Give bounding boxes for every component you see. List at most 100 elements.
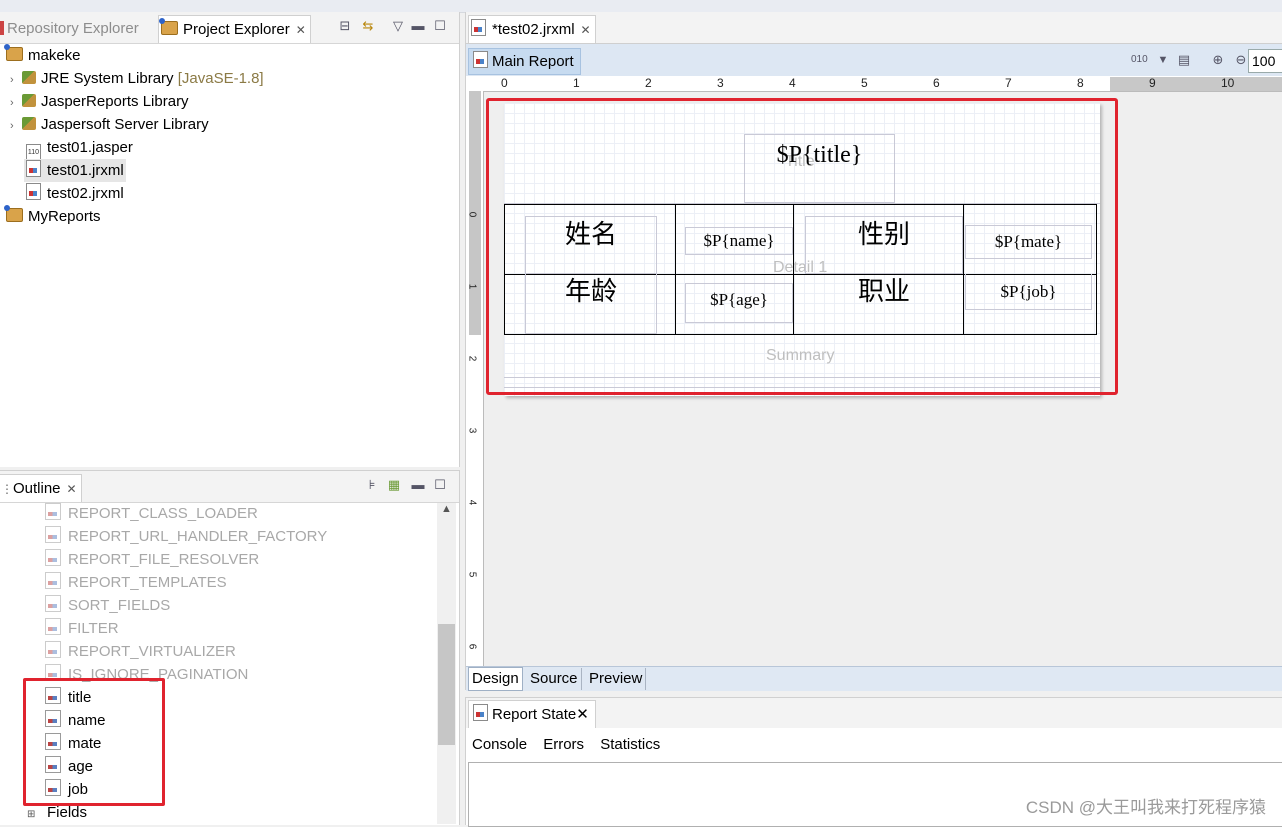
tree-item-jre[interactable]: › JRE System Library [JavaSE-1.8]: [10, 67, 264, 90]
outline-scrollbar-thumb[interactable]: [438, 624, 455, 745]
repository-icon: [0, 21, 4, 35]
outline-item-param[interactable]: REPORT_VIRTUALIZER: [45, 640, 236, 663]
outline-item-label: FILTER: [68, 620, 119, 637]
tab-repository-explorer[interactable]: Repository Explorer: [0, 15, 139, 42]
outline-item-param[interactable]: REPORT_URL_HANDLER_FACTORY: [45, 525, 327, 548]
tree-item-test02-jrxml[interactable]: test02.jrxml: [26, 182, 124, 205]
tree-item-test01-jasper[interactable]: 110 test01.jasper: [26, 136, 133, 161]
parameter-icon: [45, 572, 61, 589]
tree-item-label: test02.jrxml: [47, 185, 124, 202]
zoom-input[interactable]: 100: [1248, 49, 1282, 73]
chevron-right-icon[interactable]: ›: [10, 115, 22, 138]
tab-main-report[interactable]: Main Report: [468, 48, 581, 75]
project-explorer-icon: [159, 18, 178, 35]
outline-item-param[interactable]: FILTER: [45, 617, 119, 640]
ruler-v-tick: 0: [466, 211, 478, 218]
close-icon[interactable]: ✕: [576, 706, 589, 723]
tab-report-state[interactable]: Report State✕: [468, 700, 596, 728]
horizontal-ruler-margin: [1110, 77, 1282, 91]
library-icon: [22, 94, 36, 107]
tab-test02-jrxml[interactable]: *test02.jrxml ✕: [468, 15, 596, 43]
close-icon[interactable]: ✕: [67, 482, 77, 496]
parameter-icon: [45, 549, 61, 566]
vertical-ruler: 0 1 2 3 4 5 6: [466, 91, 484, 666]
collapse-all-icon[interactable]: ⊟: [337, 18, 353, 34]
tab-console[interactable]: Console: [472, 736, 527, 753]
tab-repository-explorer-label: Repository Explorer: [7, 20, 139, 37]
outline-icon: ⋮: [1, 482, 13, 496]
tree-item-label: MyReports: [28, 208, 101, 225]
project-icon: [4, 205, 23, 222]
report-icon: [473, 51, 488, 68]
tree-item-myreports[interactable]: MyReports: [4, 205, 101, 228]
tab-project-explorer-label: Project Explorer: [183, 21, 290, 38]
ruler-v-tick: 6: [466, 643, 478, 650]
project-icon: [4, 44, 23, 61]
tree-item-label: JasperReports Library: [41, 93, 189, 110]
design-canvas[interactable]: Title Detail 1 Summary $P{title} 姓名 $P{n…: [484, 92, 1282, 666]
tree-item-label: makeke: [28, 47, 81, 64]
outline-item-label: REPORT_TEMPLATES: [68, 574, 227, 591]
tree-item-label: JRE System Library: [41, 70, 174, 87]
ruler-v-tick: 2: [466, 355, 478, 362]
chevron-right-icon[interactable]: ›: [10, 92, 22, 115]
editor-mode-tabs: Design Source Preview: [466, 666, 1282, 691]
scroll-up-icon[interactable]: ▲: [437, 503, 456, 515]
ruler-h-tick: 1: [573, 76, 580, 90]
watermark: CSDN @大王叫我来打死程序猿: [1025, 798, 1266, 817]
outline-item-param[interactable]: REPORT_FILE_RESOLVER: [45, 548, 259, 571]
tab-design[interactable]: Design: [468, 667, 523, 691]
outline-item-label: REPORT_CLASS_LOADER: [68, 505, 258, 522]
tree-item-label: test01.jrxml: [47, 162, 124, 179]
chevron-right-icon[interactable]: ›: [10, 69, 22, 92]
outline-item-label: SORT_FIELDS: [68, 597, 171, 614]
report-state-tabbar: Report State✕: [466, 698, 1282, 728]
report-editor: *test02.jrxml ✕ Main Report 010 ▼ ▤ ⊕ ⊖ 1…: [465, 12, 1282, 691]
link-editor-icon[interactable]: ⇆: [360, 18, 376, 34]
tab-errors[interactable]: Errors: [543, 736, 584, 753]
maximize-icon[interactable]: ☐: [432, 18, 448, 34]
ruler-h-tick: 5: [861, 76, 868, 90]
layout-icon[interactable]: ▤: [1176, 52, 1192, 68]
tab-main-report-label: Main Report: [492, 53, 574, 70]
ruler-v-tick: 4: [466, 499, 478, 506]
dropdown-arrow-icon[interactable]: ▼: [1155, 52, 1171, 68]
ruler-h-tick: 10: [1221, 76, 1235, 90]
ruler-v-tick: 1: [466, 283, 478, 290]
maximize-icon[interactable]: ☐: [432, 477, 448, 493]
outline-item-param[interactable]: SORT_FIELDS: [45, 594, 170, 617]
outline-item-param[interactable]: REPORT_CLASS_LOADER: [45, 502, 258, 525]
outline-tree-icon[interactable]: ⊧: [364, 477, 380, 493]
tree-item-makeke[interactable]: makeke: [4, 44, 81, 67]
zoom-in-icon[interactable]: ⊕: [1210, 52, 1226, 68]
ruler-v-tick: 3: [466, 427, 478, 434]
outline-item-label: REPORT_URL_HANDLER_FACTORY: [68, 528, 328, 545]
tab-outline[interactable]: ⋮Outline ✕: [0, 474, 82, 502]
jre-version-label: [JavaSE-1.8]: [177, 70, 264, 87]
parameter-icon: [45, 595, 61, 612]
tab-source[interactable]: Source: [527, 668, 582, 690]
binary-icon[interactable]: 010: [1131, 52, 1148, 68]
outline-filter-icon[interactable]: ▦: [386, 477, 402, 493]
ruler-h-tick: 7: [1005, 76, 1012, 90]
minimize-icon[interactable]: ▬: [410, 477, 426, 493]
tab-outline-label: Outline: [13, 480, 61, 497]
tab-project-explorer[interactable]: Project Explorer ✕: [158, 15, 311, 43]
explorer-tabbar: Repository Explorer Project Explorer ✕ ⊟ …: [0, 12, 459, 44]
view-menu-icon[interactable]: ▽: [390, 18, 406, 34]
expand-icon[interactable]: ⊞: [27, 803, 41, 826]
close-icon[interactable]: ✕: [296, 23, 306, 37]
ruler-h-tick: 4: [789, 76, 796, 90]
ruler-h-tick: 3: [717, 76, 724, 90]
tree-item-jaspersoft-server-library[interactable]: › Jaspersoft Server Library: [10, 113, 209, 136]
tab-preview[interactable]: Preview: [586, 668, 647, 690]
tree-item-test01-jrxml[interactable]: test01.jrxml: [24, 159, 126, 182]
tab-statistics[interactable]: Statistics: [600, 736, 660, 753]
close-icon[interactable]: ✕: [581, 23, 591, 37]
project-explorer-pane: Repository Explorer Project Explorer ✕ ⊟ …: [0, 12, 460, 467]
tree-item-jasperreports-library[interactable]: › JasperReports Library: [10, 90, 189, 113]
outline-item-param[interactable]: REPORT_TEMPLATES: [45, 571, 227, 594]
zoom-out-icon[interactable]: ⊖: [1233, 52, 1249, 68]
minimize-icon[interactable]: ▬: [410, 18, 426, 34]
tab-test02-jrxml-label: *test02.jrxml: [492, 21, 575, 38]
